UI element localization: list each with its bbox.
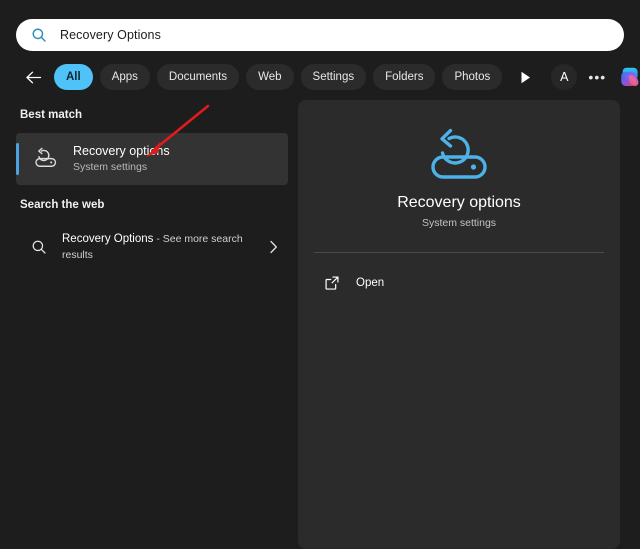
tab-photos[interactable]: Photos [442,64,502,90]
search-the-web-heading: Search the web [0,199,104,211]
more-tabs-button[interactable] [513,65,537,89]
search-icon [30,26,48,44]
preview-action-open[interactable]: Open [310,266,608,300]
tab-apps[interactable]: Apps [100,64,150,90]
preview-subtitle: System settings [298,217,620,229]
copilot-icon[interactable] [617,64,640,90]
best-match-heading: Best match [0,109,82,121]
tab-documents[interactable]: Documents [157,64,239,90]
tab-settings[interactable]: Settings [301,64,367,90]
recovery-options-icon [423,126,495,186]
result-title: Recovery options [73,144,170,159]
preview-divider [314,252,604,253]
web-suggestion-query: Recovery Options [62,233,153,245]
result-subtitle: System settings [73,160,170,174]
search-icon [30,238,48,256]
recovery-options-icon [33,146,59,172]
search-bar[interactable]: Recovery Options [16,19,624,51]
selection-accent-bar [16,143,19,175]
web-suggestion-chevron[interactable] [269,240,278,254]
search-input[interactable]: Recovery Options [60,29,161,42]
preview-title: Recovery options [298,194,620,212]
result-text-block: Recovery options System settings [73,144,170,174]
filter-tab-row: All Apps Documents Web Settings Folders … [22,62,622,92]
avatar[interactable]: A [551,64,577,90]
tab-all[interactable]: All [54,64,93,90]
web-search-suggestion[interactable]: Recovery Options - See more search resul… [16,224,288,270]
tab-folders[interactable]: Folders [373,64,435,90]
result-recovery-options[interactable]: Recovery options System settings [16,133,288,185]
back-button[interactable] [22,66,44,88]
back-arrow-icon [25,70,42,85]
web-suggestion-text: Recovery Options - See more search resul… [62,231,244,263]
tab-web[interactable]: Web [246,64,293,90]
windows-search-panel: Recovery Options All Apps Documents Web … [0,0,640,549]
more-options-icon[interactable]: ••• [584,64,610,90]
results-column: Best match Recovery options System setti… [0,100,292,549]
open-label: Open [356,277,384,289]
chevron-right-icon [269,240,278,254]
open-external-icon [324,275,340,291]
play-arrow-icon [520,71,531,84]
preview-panel: Recovery options System settings Open [298,100,620,549]
